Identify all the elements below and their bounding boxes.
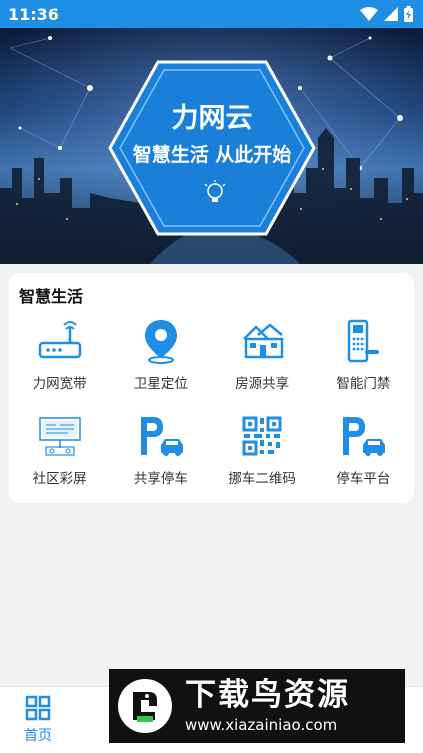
service-label: 共享停车 bbox=[133, 471, 188, 487]
battery-icon bbox=[404, 6, 413, 22]
lightbulb-icon bbox=[204, 180, 226, 202]
service-grid: 力网宽带 卫星定位 房源共享 智能门禁 社区彩屏 共享停车 挪车二维码 停车平台 bbox=[9, 313, 414, 493]
tab-home[interactable]: 首页 bbox=[24, 695, 52, 745]
home-grid-icon bbox=[25, 695, 51, 721]
watermark-url: www.xiazainiao.com bbox=[185, 716, 338, 734]
service-item-move-car-qr[interactable]: 挪车二维码 bbox=[212, 408, 313, 493]
wifi-icon bbox=[360, 7, 378, 21]
service-item-community-screen[interactable]: 社区彩屏 bbox=[9, 408, 110, 493]
qr-code-icon bbox=[238, 412, 286, 460]
banner-title: 力网云 bbox=[171, 103, 253, 134]
signal-icon bbox=[384, 7, 398, 21]
service-label: 房源共享 bbox=[235, 376, 290, 392]
service-label: 力网宽带 bbox=[32, 376, 87, 392]
banner-slogan: 智慧生活 从此开始 bbox=[132, 144, 292, 166]
section-title: 智慧生活 bbox=[19, 287, 84, 306]
service-item-housing-share[interactable]: 房源共享 bbox=[212, 313, 313, 398]
community-screen-icon bbox=[36, 412, 84, 460]
bird-logo-icon bbox=[118, 679, 172, 733]
service-item-shared-parking[interactable]: 共享停车 bbox=[110, 408, 211, 493]
house-icon bbox=[238, 317, 286, 365]
tab-home-label: 首页 bbox=[24, 728, 52, 744]
service-label: 社区彩屏 bbox=[32, 471, 87, 487]
parking-car-icon bbox=[339, 412, 387, 460]
service-label: 智能门禁 bbox=[336, 376, 391, 392]
service-item-parking-platform[interactable]: 停车平台 bbox=[313, 408, 414, 493]
status-bar: 11:36 bbox=[0, 0, 423, 28]
service-item-satellite-positioning[interactable]: 卫星定位 bbox=[110, 313, 211, 398]
location-pin-icon bbox=[137, 317, 185, 365]
service-item-broadband[interactable]: 力网宽带 bbox=[9, 313, 110, 398]
watermark-overlay: 下载鸟资源 www.xiazainiao.com bbox=[109, 669, 405, 743]
smart-life-card: 智慧生活 力网宽带 卫星定位 房源共享 智能门禁 社区彩屏 共享停车 挪车二维码… bbox=[9, 273, 414, 503]
watermark-title: 下载鸟资源 bbox=[185, 677, 350, 713]
router-icon bbox=[36, 317, 84, 365]
service-label: 卫星定位 bbox=[133, 376, 188, 392]
banner[interactable]: 力网云 智慧生活 从此开始 bbox=[0, 28, 423, 264]
door-access-icon bbox=[339, 317, 387, 365]
status-time: 11:36 bbox=[8, 4, 59, 24]
status-icons bbox=[360, 6, 413, 22]
service-label: 停车平台 bbox=[336, 471, 391, 487]
service-label: 挪车二维码 bbox=[228, 471, 296, 487]
parking-car-icon bbox=[137, 412, 185, 460]
service-item-smart-access[interactable]: 智能门禁 bbox=[313, 313, 414, 398]
